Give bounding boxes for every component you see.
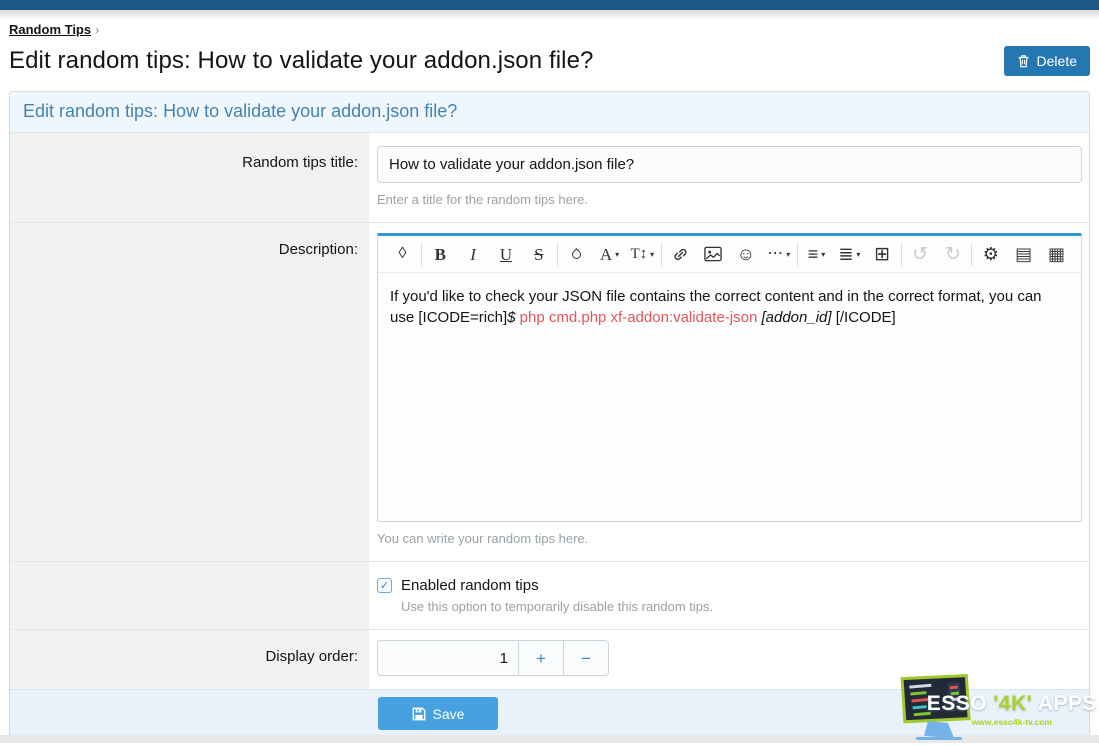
delete-button[interactable]: Delete [1004,46,1090,76]
editor-content[interactable]: If you'd like to check your JSON file co… [378,273,1081,521]
strikethrough-button[interactable]: S [522,239,555,269]
list-button[interactable]: ≣▾ [833,239,866,269]
align-button[interactable]: ≡▾ [800,239,833,269]
editor-toolbar: ◊ B I U S A▾ T↕▾ ☺ ⋯▾ [378,236,1081,273]
panel-heading: Edit random tips: How to validate your a… [10,92,1089,133]
remove-format-button[interactable]: ◊ [386,239,419,269]
font-icon: A [600,246,612,263]
italic-button[interactable]: I [457,239,490,269]
insert-link-button[interactable] [664,239,697,269]
enabled-checkbox-label: Enabled random tips [401,577,539,594]
watermark-text: ESSO '4K' APPS www.esso4k-tv.com [927,692,1097,727]
undo-icon: ↺ [912,245,928,264]
watermark: ESSO '4K' APPS www.esso4k-tv.com [894,667,1098,741]
insert-table-button[interactable]: ⊞ [866,239,899,269]
editor-paragraph: If you'd like to check your JSON file co… [390,286,1069,329]
strikethrough-icon: S [534,246,543,263]
delete-button-label: Delete [1037,53,1077,69]
breadcrumb-link-random-tips[interactable]: Random Tips [9,22,91,37]
chevron-down-icon: ▾ [650,250,654,259]
enabled-row-label-spacer [10,562,369,629]
titlebar: Edit random tips: How to validate your a… [9,46,1090,76]
enabled-row-hint: Use this option to temporarily disable t… [401,599,1082,614]
list-icon: ≣ [838,245,853,263]
enabled-checkbox[interactable]: ✓ [377,578,392,593]
more-options-button[interactable]: ⋯▾ [762,239,795,269]
enabled-checkbox-row[interactable]: ✓ Enabled random tips [377,577,1082,594]
display-order-input[interactable] [377,640,519,676]
toolbar-separator [971,243,972,266]
description-row-content: ◊ B I U S A▾ T↕▾ ☺ ⋯▾ [369,223,1089,561]
check-icon: ✓ [380,579,389,592]
form-row-description: Description: ◊ B I U S A▾ T↕▾ [10,223,1089,562]
trash-icon [1017,54,1030,68]
text-color-button[interactable] [560,239,593,269]
form-row-enabled: ✓ Enabled random tips Use this option to… [10,562,1089,630]
form-row-title: Random tips title: Enter a title for the… [10,133,1089,223]
undo-button[interactable]: ↺ [904,239,937,269]
align-icon: ≡ [808,245,819,263]
font-size-button[interactable]: T↕▾ [626,239,659,269]
chevron-down-icon: ▾ [615,250,619,259]
text-size-icon: T↕ [630,247,647,262]
bold-button[interactable]: B [424,239,457,269]
description-row-label: Description: [10,223,369,561]
eraser-icon: ◊ [398,246,406,262]
breadcrumb: Random Tips › [9,22,1090,37]
toolbar-separator [557,243,558,266]
code-view-icon: ▦ [1048,245,1065,263]
ellipsis-icon: ⋯ [767,246,783,262]
code-view-button[interactable]: ▦ [1040,239,1073,269]
page-title: Edit random tips: How to validate your a… [9,47,594,75]
floppy-disk-icon [412,707,426,721]
smiley-icon: ☺ [737,245,755,263]
italic-icon: I [470,246,476,263]
watermark-url: www.esso4k-tv.com [927,717,1097,727]
droplet-icon [570,248,583,261]
enabled-row-content: ✓ Enabled random tips Use this option to… [369,562,1089,629]
chevron-down-icon: ▾ [786,250,790,259]
display-order-label: Display order: [10,630,369,689]
redo-icon: ↻ [945,245,961,264]
page: Random Tips › Edit random tips: How to va… [0,22,1099,739]
breadcrumb-separator: › [95,23,99,37]
toolbar-separator [901,243,902,266]
toolbar-separator [661,243,662,266]
insert-image-button[interactable] [697,239,730,269]
emoji-button[interactable]: ☺ [729,239,762,269]
edit-form-panel: Edit random tips: How to validate your a… [9,91,1090,739]
table-icon: ⊞ [874,245,890,264]
increment-button[interactable]: + [519,640,564,676]
chevron-down-icon: ▾ [856,250,860,259]
random-tips-title-input[interactable] [377,146,1082,183]
toolbar-separator [421,243,422,266]
image-icon [704,246,722,262]
toolbar-separator [797,243,798,266]
title-row-content: Enter a title for the random tips here. [369,133,1089,222]
save-button[interactable]: Save [378,697,498,730]
toggle-list-view-button[interactable]: ▤ [1007,239,1040,269]
redo-button[interactable]: ↻ [937,239,970,269]
editor-settings-button[interactable]: ⚙ [974,239,1007,269]
watermark-brand: ESSO '4K' APPS [927,692,1097,716]
top-fade [0,10,1099,20]
underline-icon: U [500,246,512,263]
font-family-button[interactable]: A▾ [593,239,626,269]
underline-button[interactable]: U [490,239,523,269]
rich-text-editor: ◊ B I U S A▾ T↕▾ ☺ ⋯▾ [377,233,1082,522]
save-button-label: Save [433,706,465,722]
link-icon [672,246,689,263]
title-row-hint: Enter a title for the random tips here. [377,192,1082,207]
top-navigation-bar [0,0,1099,10]
description-row-hint: You can write your random tips here. [377,531,1082,546]
list-view-icon: ▤ [1015,245,1032,263]
display-order-stepper: + − [377,640,609,676]
gear-icon: ⚙ [983,245,999,263]
chevron-down-icon: ▾ [821,250,825,259]
bold-icon: B [435,246,446,263]
decrement-button[interactable]: − [564,640,609,676]
title-row-label: Random tips title: [10,133,369,222]
